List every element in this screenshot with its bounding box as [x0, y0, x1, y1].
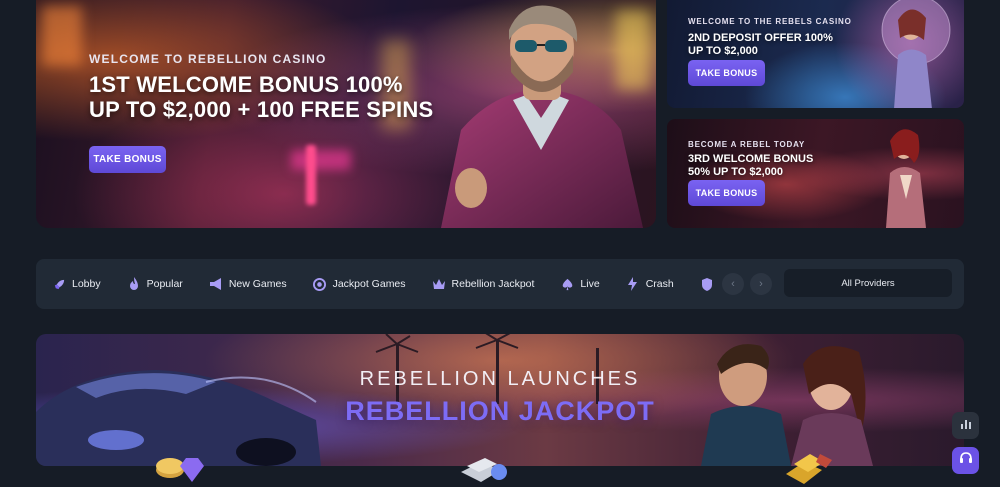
bar-chart-icon	[960, 417, 972, 435]
jackpot-title: REBELLION JACKPOT	[345, 396, 655, 426]
silver-bars-decoration	[461, 458, 507, 482]
shield-icon	[700, 277, 714, 291]
category-rebellion-jackpot[interactable]: Rebellion Jackpot	[432, 277, 535, 291]
rocket-icon	[52, 277, 66, 291]
category-label: Jackpot Games	[332, 278, 406, 290]
category-label: Popular	[146, 278, 183, 290]
side-banner-title: 2ND DEPOSIT OFFER 100% UP TO $2,000	[688, 32, 833, 57]
category-lobby[interactable]: Lobby	[52, 277, 101, 291]
side-banner-title: 3RD WELCOME BONUS 50% UP TO $2,000	[688, 153, 814, 178]
category-label: Live	[580, 278, 600, 290]
hero-banner-main[interactable]: WELCOME TO REBELLION CASINO 1ST WELCOME …	[36, 0, 656, 228]
category-new-games[interactable]: New Games	[209, 277, 287, 291]
chevron-right-icon: ›	[759, 278, 763, 290]
stats-button[interactable]	[952, 412, 979, 439]
woman-redhead-illustration	[886, 129, 926, 228]
gold-bars-decoration	[786, 454, 832, 484]
scroll-right-button[interactable]: ›	[750, 273, 772, 295]
neon-sign-decoration	[306, 145, 316, 205]
category-live[interactable]: Live	[560, 277, 600, 291]
flame-icon	[127, 277, 141, 291]
category-jackpot-games[interactable]: Jackpot Games	[313, 277, 406, 291]
spade-icon	[560, 277, 574, 291]
headset-icon	[959, 451, 973, 470]
side-banner-kicker: BECOME A REBEL TODAY	[688, 140, 806, 149]
game-category-nav: Lobby Popular New Games Jackpot Games Re…	[36, 259, 964, 309]
hero-text-block: WELCOME TO REBELLION CASINO 1ST WELCOME …	[89, 52, 469, 122]
woman-disco-ball-illustration	[881, 0, 951, 108]
hero-kicker: WELCOME TO REBELLION CASINO	[89, 52, 327, 66]
category-popular[interactable]: Popular	[127, 277, 183, 291]
side-banner-welcome-3[interactable]: BECOME A REBEL TODAY 3RD WELCOME BONUS 5…	[667, 119, 964, 228]
take-bonus-button[interactable]: TAKE BONUS	[89, 146, 166, 173]
side-banner-kicker: WELCOME TO THE REBELS CASINO	[688, 17, 852, 26]
jackpot-subtitle: REBELLION LAUNCHES	[359, 368, 641, 390]
crown-icon	[432, 277, 446, 291]
scroll-left-button[interactable]: ‹	[722, 273, 744, 295]
category-label: Lobby	[72, 278, 101, 290]
hero-title: 1ST WELCOME BONUS 100% UP TO $2,000 + 10…	[89, 72, 434, 122]
support-chat-button[interactable]	[952, 447, 979, 474]
category-more[interactable]	[700, 277, 714, 291]
neon-sign-decoration	[42, 6, 82, 66]
take-bonus-button[interactable]: TAKE BONUS	[688, 180, 765, 206]
chevron-left-icon: ‹	[731, 278, 735, 290]
take-bonus-button[interactable]: TAKE BONUS	[688, 60, 765, 86]
all-providers-dropdown[interactable]: All Providers	[784, 269, 952, 297]
lightning-icon	[626, 277, 640, 291]
neon-sign-decoration	[291, 150, 351, 170]
category-label: Crash	[645, 278, 674, 290]
category-crash[interactable]: Crash	[626, 277, 674, 291]
category-label: Rebellion Jackpot	[451, 278, 535, 290]
side-banner-deposit-2[interactable]: WELCOME TO THE REBELS CASINO 2ND DEPOSIT…	[667, 0, 964, 108]
category-label: New Games	[228, 278, 287, 290]
megaphone-icon	[209, 277, 223, 291]
rebellion-jackpot-banner[interactable]: REBELLION LAUNCHES REBELLION JACKPOT	[36, 334, 964, 466]
coins-gem-decoration	[156, 458, 204, 482]
coin-icon	[313, 277, 327, 291]
